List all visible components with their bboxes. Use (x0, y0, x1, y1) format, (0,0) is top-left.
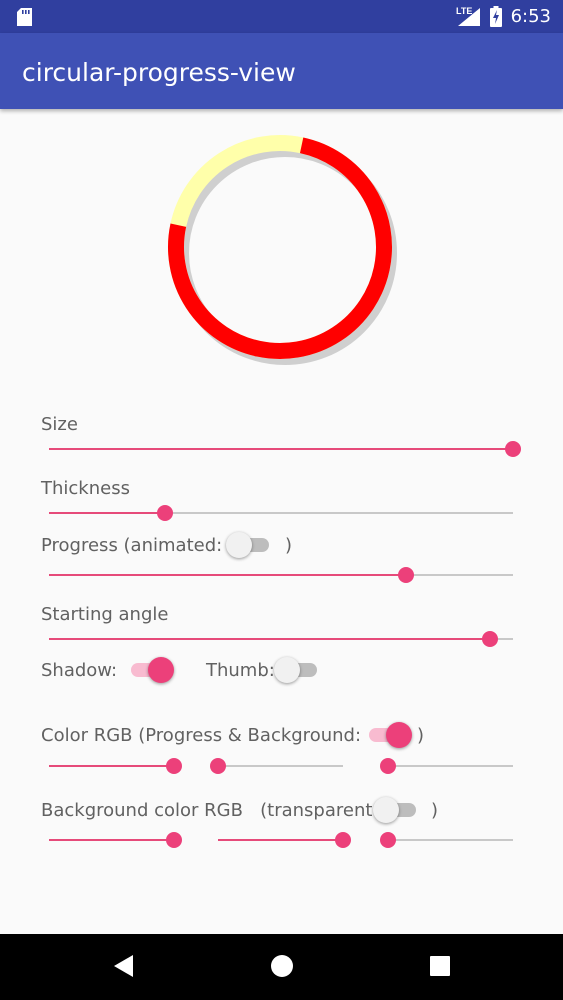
background-blue-slider-thumb[interactable] (380, 832, 396, 848)
animated-switch[interactable] (226, 530, 272, 560)
thickness-slider-thumb[interactable] (157, 505, 173, 521)
background-green-slider-thumb[interactable] (335, 832, 351, 848)
size-slider-thumb[interactable] (505, 441, 521, 457)
starting-angle-slider-thumb[interactable] (481, 631, 498, 647)
color-red-slider-thumb[interactable] (166, 758, 182, 774)
color-red-slider[interactable] (49, 756, 182, 776)
status-bar: LTE 6:53 (0, 0, 563, 33)
background-red-slider[interactable] (49, 830, 182, 850)
progress-label-close: ) (285, 535, 293, 556)
battery-charging-icon (490, 6, 502, 27)
starting-angle-slider[interactable] (49, 629, 513, 649)
recents-icon[interactable] (428, 952, 452, 980)
progress-label: Progress (animated: (41, 535, 223, 556)
color-rgb-switch[interactable] (366, 720, 412, 750)
navigation-bar (0, 934, 563, 1000)
signal-icon (458, 8, 480, 26)
back-icon[interactable] (111, 952, 135, 980)
thumb-label: Thumb: (206, 660, 275, 681)
shadow-switch[interactable] (128, 655, 174, 685)
progress-slider[interactable] (49, 565, 513, 585)
progress-slider-thumb[interactable] (398, 567, 415, 583)
color-green-slider-thumb[interactable] (210, 758, 226, 774)
circular-progress-view (168, 135, 397, 365)
thumb-switch[interactable] (274, 655, 320, 685)
clock: 6:53 (510, 6, 551, 27)
size-label: Size (41, 414, 78, 435)
background-rgb-label: Background color RGB (transparent : (41, 800, 385, 821)
thickness-label: Thickness (41, 478, 130, 499)
thickness-slider[interactable] (49, 503, 513, 523)
home-icon[interactable] (269, 952, 295, 980)
color-green-slider[interactable] (210, 756, 343, 776)
color-blue-slider[interactable] (380, 756, 513, 776)
shadow-label: Shadow: (41, 660, 118, 681)
color-rgb-label: Color RGB (Progress & Background: (41, 725, 362, 746)
background-green-slider[interactable] (218, 830, 351, 850)
transparent-switch[interactable] (373, 795, 419, 825)
starting-angle-label: Starting angle (41, 604, 169, 625)
app-bar: circular-progress-view (0, 33, 563, 109)
color-rgb-label-close: ) (417, 725, 425, 746)
app-title: circular-progress-view (22, 58, 296, 87)
background-red-slider-thumb[interactable] (166, 832, 182, 848)
color-blue-slider-thumb[interactable] (380, 758, 396, 774)
background-blue-slider[interactable] (380, 830, 513, 850)
size-slider[interactable] (49, 439, 521, 459)
background-rgb-label-close: ) (431, 800, 439, 821)
sd-card-icon (17, 8, 32, 26)
